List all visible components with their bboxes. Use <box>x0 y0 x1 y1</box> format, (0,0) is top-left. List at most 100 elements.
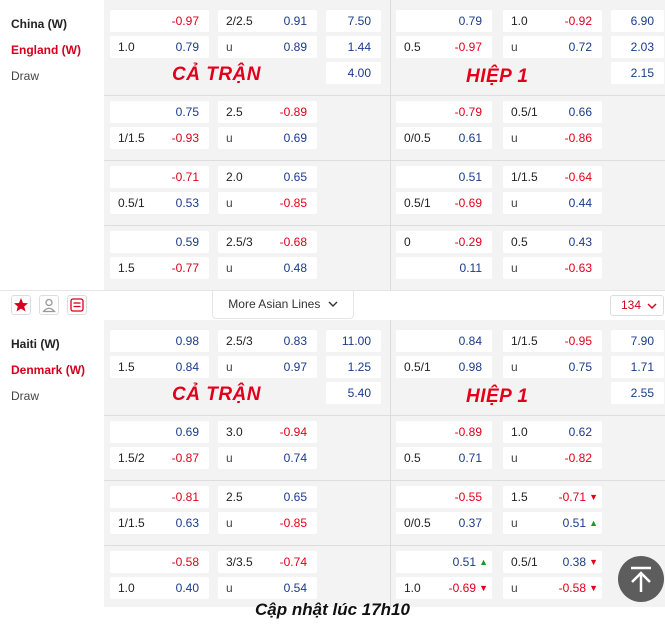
odds-1x2-cell[interactable]: 7.50 <box>326 10 381 32</box>
full-handicap-cell[interactable]: 1/1.5 0.63 <box>110 512 209 534</box>
half-over-under-under-label: u <box>511 516 518 530</box>
full-over-under-cell[interactable]: u 0.48 <box>218 257 317 279</box>
full-handicap-cell[interactable]: 1.5/2 -0.87 <box>110 447 209 469</box>
half-handicap-cell[interactable]: 0.79 <box>396 10 492 32</box>
full-over-under-cell[interactable]: u 0.97 <box>218 356 317 378</box>
odds-1x2-cell[interactable]: 1.44 <box>326 36 381 58</box>
full-handicap-cell[interactable]: -0.58 <box>110 551 209 573</box>
half-handicap-cell[interactable]: 0/0.5 0.37 <box>396 512 492 534</box>
full-over-under-cell[interactable]: 2.5/3 -0.68 <box>218 231 317 253</box>
scroll-to-top-button[interactable] <box>618 556 664 602</box>
full-handicap-cell[interactable]: 0.98 <box>110 330 209 352</box>
odds-1x2-cell[interactable]: 7.90 <box>611 330 664 352</box>
half-handicap-cell[interactable]: 1.0 -0.69 ▼ <box>396 577 492 599</box>
full-handicap-cell[interactable]: 1.5 0.84 <box>110 356 209 378</box>
full-over-under-cell[interactable]: u -0.85 <box>218 512 317 534</box>
half-handicap-cell[interactable]: 0.11 <box>396 257 492 279</box>
half-over-under-cell[interactable]: 0.5 0.43 <box>503 231 602 253</box>
market-count-button[interactable]: 134 <box>610 295 664 316</box>
half-handicap-cell[interactable]: 0.5/1 0.98 <box>396 356 492 378</box>
full-over-under-cell[interactable]: u 0.89 <box>218 36 317 58</box>
half-over-under-cell[interactable]: 1/1.5 -0.95 <box>503 330 602 352</box>
half-over-under-cell[interactable]: 1.0 -0.92 <box>503 10 602 32</box>
half-handicap-cell[interactable]: 0 -0.29 <box>396 231 492 253</box>
half-handicap-cell[interactable]: 0.5 -0.97 <box>396 36 492 58</box>
stats-button[interactable] <box>67 295 87 315</box>
half-over-under-line: 1/1.5 <box>511 334 538 348</box>
full-over-under-cell[interactable]: 3.0 -0.94 <box>218 421 317 443</box>
full-over-under-cell[interactable]: 2.0 0.65 <box>218 166 317 188</box>
full-handicap-cell[interactable]: -0.97 <box>110 10 209 32</box>
half-over-under-cell[interactable]: u -0.86 <box>503 127 602 149</box>
home-team[interactable]: China (W) <box>11 17 67 31</box>
away-team[interactable]: Denmark (W) <box>11 363 85 377</box>
half-handicap-cell[interactable]: 0.84 <box>396 330 492 352</box>
half-over-under-cell[interactable]: u 0.44 <box>503 192 602 214</box>
half-over-under-cell[interactable]: u 0.72 <box>503 36 602 58</box>
odds-1x2-cell[interactable]: 2.55 <box>611 382 664 404</box>
full-over-under-cell[interactable]: u 0.54 <box>218 577 317 599</box>
half-over-under-cell[interactable]: 1.0 0.62 <box>503 421 602 443</box>
full-over-under-cell[interactable]: u -0.85 <box>218 192 317 214</box>
half-handicap-line: 0/0.5 <box>404 516 431 530</box>
full-over-under-cell[interactable]: 2.5 0.65 <box>218 486 317 508</box>
full-handicap-cell[interactable]: 1/1.5 -0.93 <box>110 127 209 149</box>
full-handicap-cell[interactable]: 1.5 -0.77 <box>110 257 209 279</box>
full-over-under-odds: 0.69 <box>283 131 307 145</box>
full-over-under-cell[interactable]: 2.5/3 0.83 <box>218 330 317 352</box>
full-handicap-odds: 0.59 <box>175 235 199 249</box>
full-handicap-cell[interactable]: 0.59 <box>110 231 209 253</box>
full-handicap-cell[interactable]: 0.69 <box>110 421 209 443</box>
odds-1x2-cell[interactable]: 11.00 <box>326 330 381 352</box>
half-over-under-cell[interactable]: u -0.82 <box>503 447 602 469</box>
half-handicap-cell[interactable]: 0.51 <box>396 166 492 188</box>
odds-1x2-cell[interactable]: 2.03 <box>611 36 664 58</box>
odds-1x2-cell[interactable]: 1.25 <box>326 356 381 378</box>
half-handicap-cell[interactable]: -0.79 <box>396 101 492 123</box>
half-over-under-line: 1/1.5 <box>511 170 538 184</box>
half-handicap-cell[interactable]: 0.5/1 -0.69 <box>396 192 492 214</box>
full-handicap-cell[interactable]: -0.71 <box>110 166 209 188</box>
half-handicap-cell[interactable]: 0.5 0.71 <box>396 447 492 469</box>
half-over-under-under-label: u <box>511 196 518 210</box>
lineup-button[interactable] <box>39 295 59 315</box>
half-over-under-cell[interactable]: 0.5/1 0.66 <box>503 101 602 123</box>
full-time-label: CẢ TRẬN <box>172 384 261 405</box>
half-handicap-cell[interactable]: 0/0.5 0.61 <box>396 127 492 149</box>
odds-1x2-cell[interactable]: 1.71 <box>611 356 664 378</box>
half-over-under-odds: 0.75 <box>568 360 592 374</box>
half-over-under-cell[interactable]: u 0.51 ▲ <box>503 512 602 534</box>
favorite-star-button[interactable] <box>11 295 31 315</box>
half-handicap-cell[interactable]: -0.89 <box>396 421 492 443</box>
half-over-under-under-label: u <box>511 40 518 54</box>
home-team[interactable]: Haiti (W) <box>11 337 60 351</box>
half-handicap-odds: 0.84 <box>458 334 482 348</box>
half-over-under-cell[interactable]: u -0.58 ▼ <box>503 577 602 599</box>
row-divider <box>104 160 665 161</box>
full-handicap-cell[interactable]: 1.0 0.40 <box>110 577 209 599</box>
full-over-under-cell[interactable]: u 0.69 <box>218 127 317 149</box>
full-handicap-cell[interactable]: 0.5/1 0.53 <box>110 192 209 214</box>
full-handicap-cell[interactable]: 0.75 <box>110 101 209 123</box>
half-over-under-cell[interactable]: u 0.75 <box>503 356 602 378</box>
full-over-under-cell[interactable]: 2/2.5 0.91 <box>218 10 317 32</box>
odds-1x2-cell[interactable]: 2.15 <box>611 62 664 84</box>
away-team[interactable]: England (W) <box>11 43 81 57</box>
half-over-under-line: 0.5 <box>511 235 528 249</box>
full-over-under-cell[interactable]: 3/3.5 -0.74 <box>218 551 317 573</box>
more-asian-lines-button[interactable]: More Asian Lines <box>212 291 354 319</box>
half-over-under-cell[interactable]: 1/1.5 -0.64 <box>503 166 602 188</box>
half-handicap-cell[interactable]: 0.51 ▲ <box>396 551 492 573</box>
full-handicap-cell[interactable]: 1.0 0.79 <box>110 36 209 58</box>
half-over-under-cell[interactable]: u -0.63 <box>503 257 602 279</box>
half-handicap-cell[interactable]: -0.55 <box>396 486 492 508</box>
odds-1x2-cell[interactable]: 6.90 <box>611 10 664 32</box>
half-over-under-cell[interactable]: 1.5 -0.71 ▼ <box>503 486 602 508</box>
full-over-under-cell[interactable]: 2.5 -0.89 <box>218 101 317 123</box>
odds-1x2-cell[interactable]: 5.40 <box>326 382 381 404</box>
full-over-under-cell[interactable]: u 0.74 <box>218 447 317 469</box>
odds-1x2-cell[interactable]: 4.00 <box>326 62 381 84</box>
half-over-under-odds: 0.43 <box>568 235 592 249</box>
full-handicap-cell[interactable]: -0.81 <box>110 486 209 508</box>
half-over-under-cell[interactable]: 0.5/1 0.38 ▼ <box>503 551 602 573</box>
